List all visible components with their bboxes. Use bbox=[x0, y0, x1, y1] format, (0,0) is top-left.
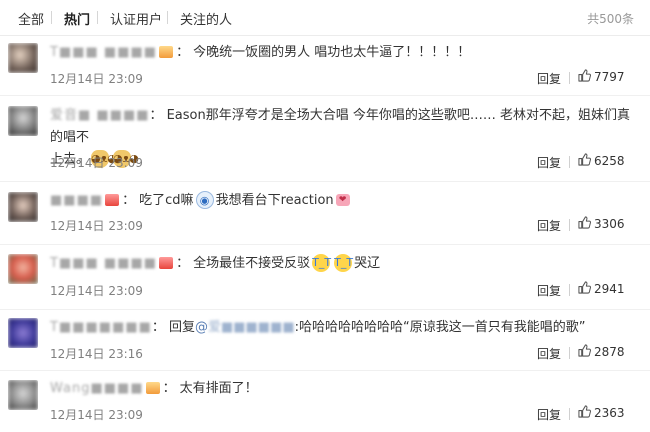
like-button[interactable]: 2363 bbox=[578, 405, 625, 420]
crying-face-emoji: T_T bbox=[312, 253, 331, 272]
avatar[interactable] bbox=[8, 106, 38, 136]
comment-timestamp: 12月14日 23:09 bbox=[50, 219, 143, 233]
comment-username[interactable]: T■■■ ■■■■ bbox=[50, 254, 157, 274]
like-count: 6258 bbox=[594, 154, 625, 168]
thumbs-up-icon bbox=[578, 281, 591, 294]
action-divider bbox=[569, 408, 570, 420]
avatar[interactable] bbox=[8, 254, 38, 284]
like-button[interactable]: 3306 bbox=[578, 216, 625, 231]
comment-text: 哭辽 bbox=[354, 256, 381, 271]
avatar[interactable] bbox=[8, 43, 38, 73]
comment-divider bbox=[0, 95, 650, 96]
reply-button[interactable]: 回复 bbox=[537, 345, 561, 362]
reply-button[interactable]: 回复 bbox=[537, 406, 561, 423]
like-button[interactable]: 2878 bbox=[578, 344, 625, 359]
like-button[interactable]: 6258 bbox=[578, 153, 625, 168]
reply-prefix: 回复 bbox=[168, 320, 195, 335]
comment-divider bbox=[0, 370, 650, 371]
comment-divider bbox=[0, 181, 650, 182]
tab-verified-users[interactable]: 认证用户 bbox=[110, 9, 162, 28]
comment-content: T■■■ ■■■■：今晚统一饭圈的男人 唱功也太牛逼了！！！！！ bbox=[50, 43, 470, 63]
member-badge-icon bbox=[159, 45, 174, 58]
thumbs-up-icon bbox=[578, 405, 591, 418]
comment-timestamp: 12月14日 23:09 bbox=[50, 156, 143, 170]
comment-timestamp: 12月14日 23:09 bbox=[50, 72, 143, 86]
comment-username[interactable]: ■■■■ bbox=[50, 191, 103, 211]
kiss-emoji: ❤ bbox=[335, 193, 350, 206]
tab-divider bbox=[97, 11, 98, 24]
mention-link[interactable]: @爱■■■■■■ bbox=[195, 320, 295, 335]
comment-text: 我想看台下reaction bbox=[215, 193, 334, 208]
action-divider bbox=[569, 284, 570, 296]
avatar[interactable] bbox=[8, 192, 38, 222]
tab-following[interactable]: 关注的人 bbox=[180, 9, 232, 28]
like-button[interactable]: 7797 bbox=[578, 69, 625, 84]
tab-hot[interactable]: 热门 bbox=[64, 9, 90, 28]
comment-text: 太有排面了！ bbox=[179, 381, 258, 396]
reply-button[interactable]: 回复 bbox=[537, 282, 561, 299]
crying-face-emoji: T_T bbox=[334, 253, 353, 272]
thumbs-up-icon bbox=[578, 153, 591, 166]
comment-text: 今晚统一饭圈的男人 唱功也太牛逼了！！！！！ bbox=[193, 45, 471, 60]
comment-timestamp: 12月14日 23:16 bbox=[50, 347, 143, 361]
tab-divider bbox=[51, 11, 52, 24]
reply-button[interactable]: 回复 bbox=[537, 217, 561, 234]
action-divider bbox=[569, 156, 570, 168]
reply-button[interactable]: 回复 bbox=[537, 70, 561, 87]
like-count: 2941 bbox=[594, 282, 625, 296]
avatar[interactable] bbox=[8, 318, 38, 348]
comment-item: 爱音■ ■■■■： Eason那年浮夸才是全场大合唱 今年你唱的这些歌吧…… 老林… bbox=[0, 98, 650, 183]
action-divider bbox=[569, 72, 570, 84]
avatar[interactable] bbox=[8, 380, 38, 410]
like-count: 3306 bbox=[594, 217, 625, 231]
tab-divider bbox=[167, 11, 168, 24]
comment-username[interactable]: T■■■ ■■■■ bbox=[50, 43, 157, 63]
reply-button[interactable]: 回复 bbox=[537, 154, 561, 171]
comment-content: ■■■■：吃了cd嘛 ◉ 我想看台下reaction ❤ bbox=[50, 190, 352, 211]
member-badge-icon bbox=[145, 381, 160, 394]
member-badge-icon bbox=[105, 193, 120, 206]
member-badge-icon bbox=[159, 256, 174, 269]
comment-content: T■■■■■■■： 回复@爱■■■■■■:哈哈哈哈哈哈哈哈“原谅我这一首只有我能唱… bbox=[50, 318, 586, 338]
comment-item: Wang■■■■：太有排面了！ 12月14日 23:09 回复 2363 bbox=[0, 372, 650, 432]
comment-divider bbox=[0, 309, 650, 310]
comment-timestamp: 12月14日 23:09 bbox=[50, 408, 143, 422]
stare-emoji: ◉ bbox=[195, 190, 214, 209]
thumbs-up-icon bbox=[578, 69, 591, 82]
comment-filter-tabs: 全部 热门 认证用户 关注的人 共500条 bbox=[0, 0, 650, 36]
comment-item: T■■■■■■■： 回复@爱■■■■■■:哈哈哈哈哈哈哈哈“原谅我这一首只有我能唱… bbox=[0, 311, 650, 372]
comment-username[interactable]: 爱音■ ■■■■ bbox=[50, 105, 150, 127]
action-divider bbox=[569, 347, 570, 359]
like-count: 7797 bbox=[594, 70, 625, 84]
comment-timestamp: 12月14日 23:09 bbox=[50, 284, 143, 298]
comment-total-count: 共500条 bbox=[587, 12, 634, 26]
comment-text: 吃了cd嘛 bbox=[139, 193, 194, 208]
comment-item: ■■■■：吃了cd嘛 ◉ 我想看台下reaction ❤ 12月14日 23:09 回… bbox=[0, 183, 650, 246]
comment-item: T■■■ ■■■■：全场最佳不接受反驳 T_T T_T哭辽 12月14日 23:09… bbox=[0, 246, 650, 311]
like-button[interactable]: 2941 bbox=[578, 281, 625, 296]
thumbs-up-icon bbox=[578, 344, 591, 357]
like-count: 2363 bbox=[594, 406, 625, 420]
thumbs-up-icon bbox=[578, 216, 591, 229]
comment-username[interactable]: T■■■■■■■ bbox=[50, 318, 152, 338]
comment-content: Wang■■■■：太有排面了！ bbox=[50, 379, 258, 399]
comment-text: 全场最佳不接受反驳 bbox=[193, 256, 311, 271]
comment-item: T■■■ ■■■■：今晚统一饭圈的男人 唱功也太牛逼了！！！！！ 12月14日 … bbox=[0, 36, 650, 98]
tab-all[interactable]: 全部 bbox=[18, 9, 44, 28]
action-divider bbox=[569, 219, 570, 231]
comment-divider bbox=[0, 244, 650, 245]
comment-username[interactable]: Wang■■■■ bbox=[50, 379, 144, 399]
like-count: 2878 bbox=[594, 345, 625, 359]
comment-content: T■■■ ■■■■：全场最佳不接受反驳 T_T T_T哭辽 bbox=[50, 253, 381, 274]
comment-text: :哈哈哈哈哈哈哈哈“原谅我这一首只有我能唱的歌” bbox=[294, 320, 586, 335]
